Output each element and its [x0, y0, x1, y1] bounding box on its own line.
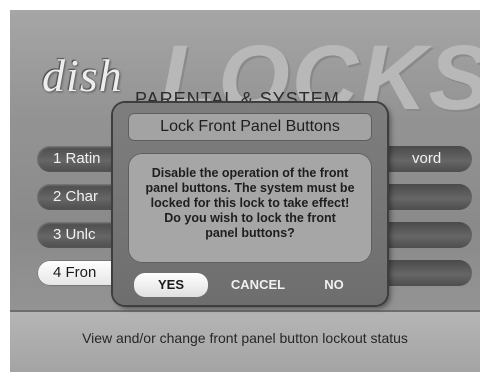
status-text: View and/or change front panel button lo…	[82, 330, 408, 346]
menu-item-label: 1 Ratin	[53, 150, 101, 167]
yes-button[interactable]: YES	[134, 273, 208, 297]
dish-logo: dish	[42, 50, 123, 101]
dialog-message-line: Disable the operation of the front	[151, 166, 349, 180]
dialog-button-row: YES CANCEL NO	[128, 273, 372, 297]
dialog-message-line: panel buttons. The system must be	[145, 181, 355, 195]
menu-item-label: 3 Unlc	[53, 226, 96, 243]
dialog-title: Lock Front Panel Buttons	[128, 113, 372, 141]
dialog-message: Disable the operation of the front panel…	[128, 153, 372, 263]
dialog-message-line: locked for this lock to take effect!	[150, 196, 350, 210]
no-button[interactable]: NO	[304, 273, 364, 297]
menu-item-label: 2 Char	[53, 188, 99, 205]
cancel-button[interactable]: CANCEL	[216, 273, 300, 297]
lock-front-panel-dialog: Lock Front Panel Buttons Disable the ope…	[113, 103, 387, 305]
menu-item-label: 4 Fron	[53, 264, 97, 281]
tv-screen: dish LOCKS PARENTAL & SYSTEM 1 Ratin 2 C…	[10, 10, 480, 372]
menu-item-label: vord	[412, 150, 442, 167]
dialog-message-line: Do you wish to lock the front	[164, 211, 336, 225]
dialog-message-line: panel buttons?	[205, 226, 295, 240]
